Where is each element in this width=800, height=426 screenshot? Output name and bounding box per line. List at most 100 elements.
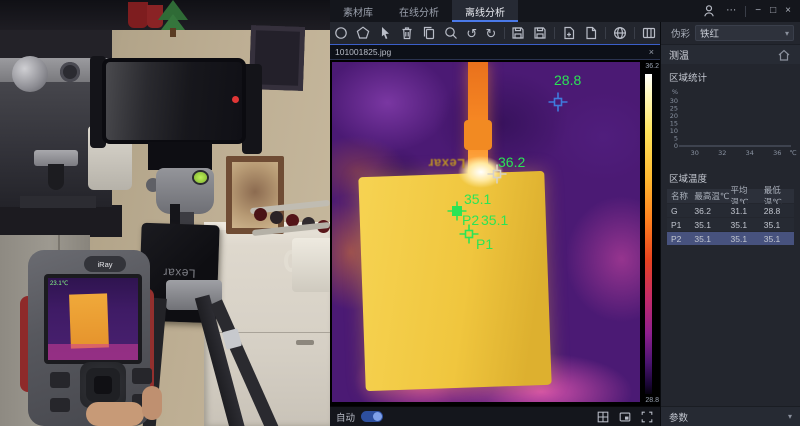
histogram-chart: 0 5 10 15 20 25 30% 30 32 34 36 ℃ [661,86,800,165]
divider [634,27,635,39]
auto-toggle[interactable] [361,411,384,422]
smartphone-screen [106,62,242,140]
file-close-icon[interactable]: × [649,47,660,57]
gmin-marker[interactable] [547,91,569,113]
viewer-column: ↺ ↻ 101001825.jpg × Lexar 28.8 36.2 35.1… [330,22,660,426]
pseudo-color-label: 伪彩 [671,29,691,40]
table-row-P2[interactable]: P2 35.1 35.1 35.1 [667,232,794,245]
tab-素材库[interactable]: 素材库 [330,0,386,22]
camera-button [50,372,70,388]
maximize-button[interactable]: □ [770,6,776,16]
cursor-icon[interactable] [377,25,393,41]
table-cell: 35.1 [730,233,748,244]
column-header: 名称 [671,191,689,201]
table-cell: P2 [671,233,682,244]
lexar-logo: Lexar [162,265,196,281]
svg-text:5: 5 [674,135,678,143]
section-thermometry[interactable]: 测温 [661,44,800,64]
table-row-P1[interactable]: P1 35.1 35.1 35.1 [667,218,794,231]
picture-in-picture-icon[interactable] [618,410,632,424]
viewer-bottom-icons [596,410,654,424]
svg-text:36: 36 [773,149,781,157]
fit-screen-icon[interactable] [640,410,654,424]
sidebar: 伪彩 铁红 ▾ 测温 区域统计 0 5 10 15 20 25 30% 30 32 34 36 ℃ 区… [660,22,800,426]
ellipse-icon[interactable] [333,25,349,41]
table-cell: 35.1 [763,219,781,230]
copy-icon[interactable] [421,25,437,41]
params-title: 参数 [669,412,689,424]
tree-trunk [170,28,176,37]
thermal-image[interactable]: Lexar 28.8 36.2 35.1 P2 35.1 P1 [332,62,640,402]
tab-在线分析[interactable]: 在线分析 [386,0,452,22]
params-section[interactable]: 参数 ▾ [661,406,800,426]
user-icon[interactable] [701,3,717,19]
portafilter [48,164,64,190]
table-cell: 31.1 [730,205,748,216]
divider [745,5,747,17]
mount-bracket [148,142,212,170]
svg-text:℃: ℃ [789,149,796,157]
table-row-G[interactable]: G 36.2 31.1 28.8 [667,204,794,217]
drip-tray [20,196,96,208]
screenshot: Lexar iRay 23.1℃ 素材库 在线分析 离线分析 ⋯ − □ × ↺… [0,0,800,426]
main-row: ↺ ↻ 101001825.jpg × Lexar 28.8 36.2 35.1… [330,22,800,426]
svg-text:10: 10 [670,127,678,135]
close-button[interactable]: × [785,6,791,16]
svg-text:15: 15 [670,120,678,128]
file-tab[interactable]: 101001825.jpg × [330,44,660,60]
window-controls: ⋯ − □ × [701,0,800,22]
svg-text:32: 32 [718,149,726,157]
divider [503,27,505,39]
table-cell: G [671,205,678,216]
browser-icon[interactable] [612,25,628,41]
coffee-machine-dial [12,56,48,92]
camera-button [50,398,70,412]
svg-text:30: 30 [670,97,678,105]
auto-label: 自动 [336,412,356,424]
gmin-value: 28.8 [554,72,582,88]
home-icon[interactable] [776,47,792,63]
save-as-icon[interactable] [532,25,548,41]
more-button[interactable]: ⋯ [726,6,736,16]
divider [554,27,556,39]
pseudo-color-value: 铁红 [700,29,720,40]
zoom-in-icon[interactable] [443,25,459,41]
region-table-head: 名称 最高温℃ 平均温℃ 最低温℃ [667,185,794,207]
thermal-analysis-app: 素材库 在线分析 离线分析 ⋯ − □ × ↺ ↻ 101001825.jpg × [330,0,800,426]
svg-text:0: 0 [674,142,678,150]
table-cell: 35.1 [694,233,711,244]
camera-temperature-reading: 23.1℃ [50,281,69,287]
camera-screen: 23.1℃ [48,278,138,360]
column-header: 最高温℃ [694,191,730,201]
undo-icon[interactable]: ↺ [465,25,478,41]
red-cup [128,2,148,28]
gmax-marker[interactable] [486,163,508,185]
polygon-icon[interactable] [355,25,371,41]
pseudo-color-row: 伪彩 铁红 ▾ [661,22,800,44]
svg-text:25: 25 [670,105,678,113]
table-cell: 35.1 [694,219,711,230]
chevron-down-icon: ▾ [787,412,792,421]
pseudo-color-select[interactable]: 铁红 ▾ [695,25,794,41]
save-icon[interactable] [510,25,526,41]
hand [86,402,144,426]
export-file-icon[interactable] [583,25,599,41]
export-report-icon[interactable] [561,25,577,41]
svg-text:%: % [672,88,678,96]
viewer-bottom-bar: 自动 [330,406,660,426]
tab-离线分析[interactable]: 离线分析 [452,0,518,22]
redo-icon[interactable]: ↻ [484,25,497,41]
delete-icon[interactable] [399,25,415,41]
grid-icon[interactable] [596,410,610,424]
table-cell: 36.2 [694,205,711,216]
color-scale-min: 28.8 [645,397,659,404]
minimize-button[interactable]: − [755,6,761,16]
divider [605,27,607,39]
thermometry-title: 测温 [669,51,689,62]
table-cell: 35.1 [730,219,748,230]
toolbar: ↺ ↻ [330,22,660,44]
p2-value: 35.1 [464,191,492,207]
record-button [232,96,239,103]
camera-screen-warm-area [48,344,138,360]
layout-icon[interactable] [641,25,657,41]
